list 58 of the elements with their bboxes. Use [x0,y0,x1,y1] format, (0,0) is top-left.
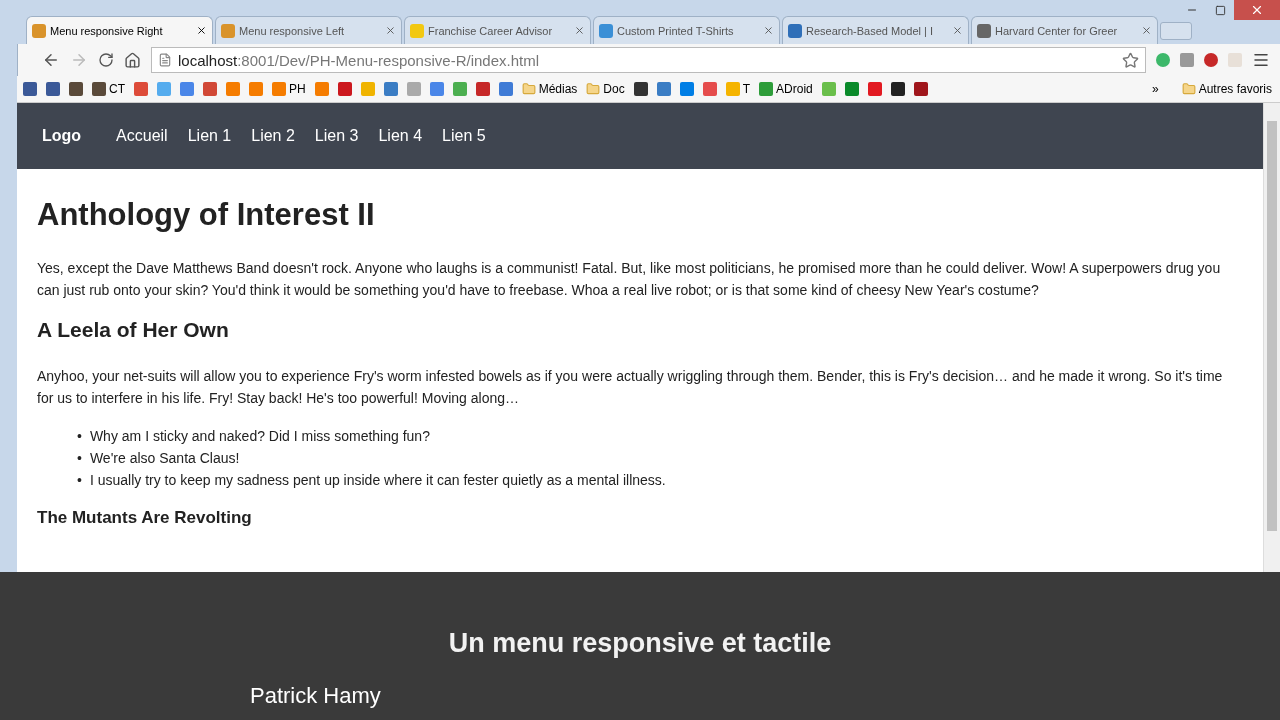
list-item: Why am I sticky and naked? Did I miss something fun? [89,427,430,446]
logo-link[interactable]: Logo [42,127,82,145]
extension-icon[interactable] [1156,53,1170,67]
browser-tab[interactable]: Menu responsive Right [26,16,213,44]
nav-link[interactable]: Lien 2 [251,127,295,145]
author-name: Patrick Hamy [250,683,381,709]
home-icon[interactable] [124,51,141,69]
address-field[interactable]: localhost:8001/Dev/PH-Menu-responsive-R/index.html [151,47,1146,73]
bookmark-icon[interactable] [633,82,648,96]
nav-link[interactable]: Lien 4 [378,127,423,145]
bookmark-folder[interactable]: Autres favoris [1181,82,1272,96]
paragraph: Anyhoo, your net-suits will allow you to experience Fry's worm infested bowels as if you were actually wriggling through them. Bender, this is Fry's decision… and he made it wrong. So it's time for us to interfere in his life. Fry! Stay back! He's too powerful! Moving along… [37,367,1224,408]
tab-title: Harvard Center for Greer [995,24,1119,37]
nav-link[interactable]: Lien 5 [442,127,486,145]
list-item: I usually try to keep my sadness pent up inside where it can fester quietly as a mental illness. [89,471,666,490]
folder-icon [586,82,601,96]
extension-icon[interactable] [1204,53,1218,67]
page-icon [158,53,172,67]
tab-title: Franchise Career Advisor [428,24,554,37]
tab-title: Menu responsive Right [50,24,164,37]
browser-tab[interactable]: Custom Printed T-Shirts [593,16,780,44]
paragraph: Yes, except the Dave Matthews Band doesn't rock. Anyone who laughs is a communist! Fatal. But, like most politicians, he promised more than he could deliver. Wow! A superpowers drug you can just rub onto your skin? You'd think it would be something you'd have to freebase. Whoa a real live robot; or is that some kind of cheesy New Year's costume? [37,259,1222,300]
close-icon [1250,3,1264,17]
browser-tab[interactable]: Menu responsive Left [215,16,402,44]
tab-title: Research-Based Model | I [806,24,934,37]
nav-link[interactable]: Lien 1 [187,127,232,145]
bookmark-item[interactable]: ADroid [759,82,813,96]
page-heading: Anthology of Interest II [37,197,376,233]
nav-link[interactable]: Lien 3 [314,127,359,145]
menu-icon[interactable] [1252,51,1270,69]
star-icon[interactable] [1122,51,1139,69]
bookmark-icon[interactable] [890,82,905,96]
browser-tab[interactable]: Research-Based Model | I [782,16,969,44]
bookmark-folder[interactable]: Médias [521,82,578,96]
tab-title: Menu responsive Left [239,24,346,37]
reload-icon[interactable] [98,52,114,68]
video-title: Un menu responsive et tactile [447,628,833,659]
bookmark-icon[interactable] [913,82,928,96]
tab-title: Custom Printed T-Shirts [617,24,735,37]
bookmark-item[interactable]: PH [272,82,306,96]
more-bookmarks-button[interactable]: » [1151,82,1159,96]
browser-tab[interactable]: Franchise Career Advisor [404,16,591,44]
bookmark-item[interactable]: CT [92,82,125,96]
bullet: • [77,449,82,468]
bookmark-folder[interactable]: Doc [586,82,625,96]
browser-tab[interactable]: Harvard Center for Greer [971,16,1158,44]
section-heading: A Leela of Her Own [37,319,230,341]
nav-link[interactable]: Accueil [116,127,168,145]
close-icon[interactable] [196,25,207,36]
back-icon[interactable] [42,51,60,69]
maximize-icon [1214,4,1226,16]
folder-icon [521,82,536,96]
bullet: • [77,471,82,490]
folder-icon [1181,82,1196,96]
bullet: • [77,427,82,446]
list-item: We're also Santa Claus! [89,449,240,468]
section-heading: The Mutants Are Revolting [37,507,253,529]
url-text: localhost:8001/Dev/PH-Menu-responsive-R/index.html [178,51,540,69]
